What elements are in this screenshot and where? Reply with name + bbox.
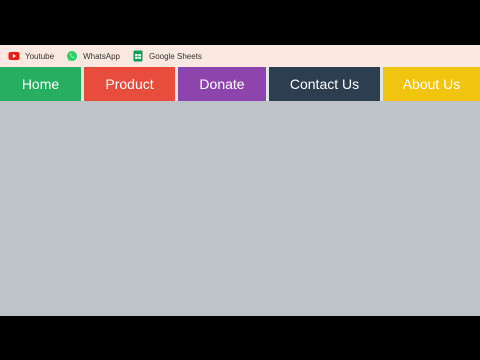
nav-label: Donate (199, 76, 245, 92)
bookmarks-bar: Youtube WhatsApp Google Sheets (0, 45, 480, 67)
nav-label: Product (105, 76, 154, 92)
nav-home[interactable]: Home (0, 67, 81, 101)
page-content-area (0, 101, 480, 316)
bookmark-label: WhatsApp (83, 51, 120, 61)
bookmark-whatsapp[interactable]: WhatsApp (66, 50, 120, 62)
google-sheets-icon (132, 50, 144, 62)
bookmark-label: Youtube (25, 51, 55, 61)
whatsapp-icon (66, 50, 78, 62)
bookmark-label: Google Sheets (148, 51, 202, 61)
bookmark-youtube[interactable]: Youtube (8, 50, 54, 62)
browser-viewport: Youtube WhatsApp Google Sheets Home Prod… (0, 45, 480, 316)
nav-label: Home (21, 76, 60, 92)
navigation-bar: Home Product Donate Contact Us About Us (0, 67, 480, 101)
nav-product[interactable]: Product (84, 67, 175, 101)
nav-donate[interactable]: Donate (178, 67, 266, 101)
nav-about-us[interactable]: About Us (383, 67, 480, 101)
nav-contact-us[interactable]: Contact Us (269, 67, 380, 101)
nav-label: Contact Us (289, 76, 360, 92)
youtube-icon (8, 50, 20, 62)
bookmark-google-sheets[interactable]: Google Sheets (132, 50, 202, 62)
video-frame: Youtube WhatsApp Google Sheets Home Prod… (0, 0, 480, 360)
nav-label: About Us (402, 76, 461, 92)
